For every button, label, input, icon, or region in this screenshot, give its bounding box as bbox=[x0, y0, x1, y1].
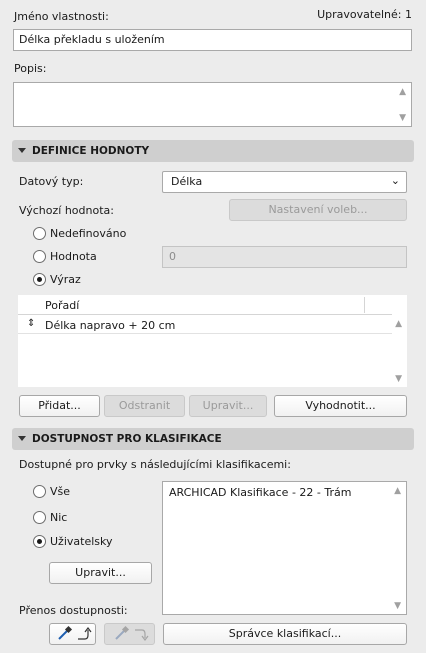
radio-custom[interactable] bbox=[33, 535, 46, 548]
property-name-value: Délka překladu s uložením bbox=[19, 33, 165, 46]
evaluate-button[interactable]: Vyhodnotit... bbox=[274, 395, 407, 417]
radio-all-label: Vše bbox=[50, 485, 71, 498]
edit-expression-button[interactable]: Upravit... bbox=[189, 395, 267, 417]
disclosure-triangle-icon bbox=[18, 436, 26, 441]
inject-availability-button[interactable] bbox=[104, 623, 155, 645]
pick-up-availability-button[interactable] bbox=[49, 623, 96, 645]
classification-section-title: DOSTUPNOST PRO KLASIFIKACE bbox=[32, 433, 222, 445]
radio-expression-label: Výraz bbox=[50, 273, 81, 286]
radio-undefined-label: Nedefinováno bbox=[50, 227, 127, 240]
data-type-label: Datový typ: bbox=[19, 175, 84, 188]
disclosure-triangle-icon bbox=[18, 148, 26, 153]
drag-handle-icon[interactable]: ⇕ bbox=[27, 318, 35, 329]
scroll-down-icon[interactable]: ▼ bbox=[394, 601, 401, 611]
value-input[interactable]: 0 bbox=[162, 246, 407, 268]
radio-none-label: Nic bbox=[50, 511, 68, 524]
radio-all[interactable] bbox=[33, 485, 46, 498]
radio-none[interactable] bbox=[33, 511, 46, 524]
add-button[interactable]: Přidat... bbox=[19, 395, 100, 417]
syringe-icon bbox=[114, 625, 148, 641]
chevron-down-icon: ⌄ bbox=[390, 174, 400, 187]
classification-manager-button[interactable]: Správce klasifikací... bbox=[163, 623, 407, 645]
scroll-down-icon[interactable]: ▼ bbox=[395, 374, 402, 384]
property-name-input[interactable]: Délka překladu s uložením bbox=[13, 29, 412, 51]
scroll-up-icon[interactable]: ▲ bbox=[399, 87, 406, 97]
editable-count-label: Upravovatelné: 1 bbox=[317, 8, 412, 21]
column-divider bbox=[364, 297, 365, 313]
scroll-up-icon[interactable]: ▲ bbox=[395, 319, 402, 329]
edit-classification-button[interactable]: Upravit... bbox=[49, 562, 152, 584]
scroll-up-icon[interactable]: ▲ bbox=[394, 486, 401, 496]
value-input-text: 0 bbox=[169, 250, 176, 263]
radio-value[interactable] bbox=[33, 250, 46, 263]
transfer-availability-label: Přenos dostupnosti: bbox=[19, 604, 128, 617]
remove-button[interactable]: Odstranit bbox=[104, 395, 185, 417]
value-definition-section-header[interactable]: DEFINICE HODNOTY bbox=[12, 140, 414, 162]
data-type-select[interactable]: Délka ⌄ bbox=[162, 171, 407, 193]
eyedropper-icon bbox=[57, 625, 91, 640]
classification-section-header[interactable]: DOSTUPNOST PRO KLASIFIKACE bbox=[12, 428, 414, 450]
list-item[interactable]: ARCHICAD Klasifikace - 22 - Trám bbox=[169, 486, 351, 499]
table-row[interactable]: ⇕ Délka napravo + 20 cm bbox=[18, 316, 392, 334]
option-settings-button[interactable]: Nastavení voleb... bbox=[229, 199, 407, 221]
expression-table: Pořadí ⇕ Délka napravo + 20 cm ▲ ▼ bbox=[18, 295, 407, 387]
property-name-label: Jméno vlastnosti: bbox=[14, 10, 109, 23]
table-header: Pořadí bbox=[18, 295, 392, 315]
radio-expression[interactable] bbox=[33, 273, 46, 286]
expression-text: Délka napravo + 20 cm bbox=[45, 319, 176, 332]
scroll-down-icon[interactable]: ▼ bbox=[399, 113, 406, 123]
column-header-order: Pořadí bbox=[45, 299, 80, 312]
default-value-label: Výchozí hodnota: bbox=[19, 204, 114, 217]
description-label: Popis: bbox=[14, 62, 47, 75]
value-definition-section-title: DEFINICE HODNOTY bbox=[32, 145, 150, 157]
radio-custom-label: Uživatelsky bbox=[50, 535, 113, 548]
radio-value-label: Hodnota bbox=[50, 250, 97, 263]
data-type-value: Délka bbox=[171, 175, 203, 188]
description-textarea[interactable]: ▲ ▼ bbox=[13, 82, 412, 127]
available-for-label: Dostupné pro prvky s následujícími klasi… bbox=[19, 458, 291, 471]
radio-undefined[interactable] bbox=[33, 227, 46, 240]
classification-list[interactable]: ARCHICAD Klasifikace - 22 - Trám ▲ ▼ bbox=[162, 481, 407, 615]
